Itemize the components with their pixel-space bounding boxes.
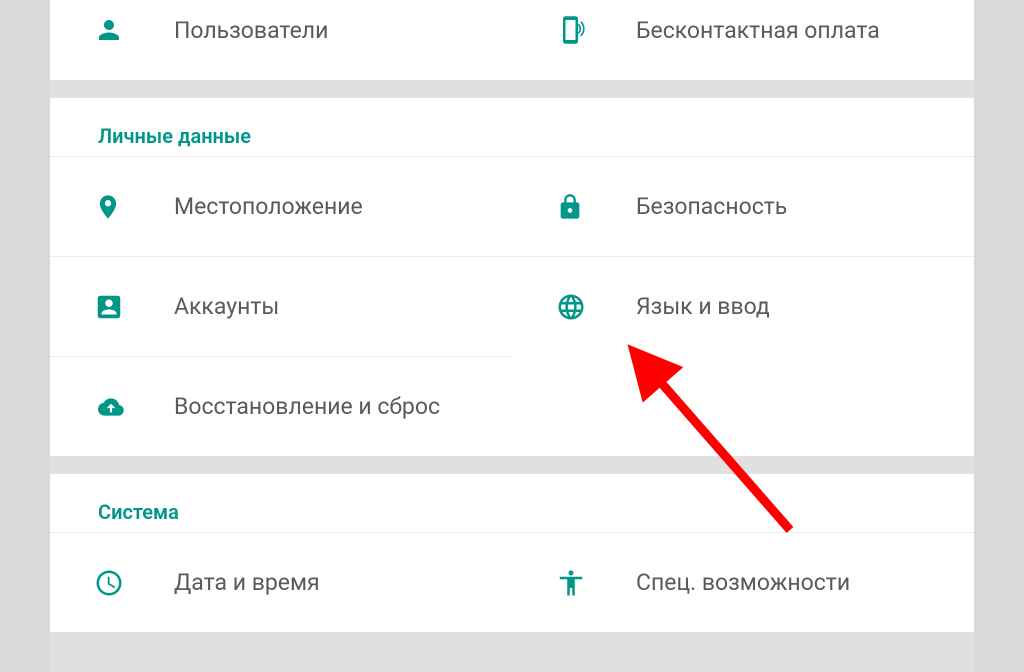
accessibility-icon [556, 568, 636, 598]
settings-item-label: Местоположение [174, 193, 363, 220]
cloud-upload-icon [94, 394, 174, 420]
settings-item-label: Язык и ввод [636, 293, 770, 320]
settings-item-tap-and-pay[interactable]: Бесконтактная оплата [512, 0, 974, 80]
globe-icon [556, 292, 636, 322]
settings-item-label: Аккаунты [174, 293, 279, 320]
settings-item-label: Дата и время [174, 569, 320, 596]
settings-item-users[interactable]: Пользователи [50, 0, 512, 80]
settings-item-label: Спец. возможности [636, 569, 850, 596]
lock-icon [556, 192, 636, 222]
tap-and-pay-icon [556, 15, 636, 45]
settings-item-accounts[interactable]: Аккаунты [50, 256, 512, 356]
section-header-system: Система [50, 474, 974, 532]
location-icon [94, 192, 174, 222]
settings-item-label: Безопасность [636, 193, 787, 220]
settings-item-label: Восстановление и сброс [174, 393, 440, 420]
settings-item-accessibility[interactable]: Спец. возможности [512, 532, 974, 632]
settings-item-backup-reset[interactable]: Восстановление и сброс [50, 356, 512, 456]
settings-item-label: Бесконтактная оплата [636, 17, 880, 44]
account-box-icon [94, 292, 174, 322]
section-header-personal: Личные данные [50, 98, 974, 156]
settings-item-date-time[interactable]: Дата и время [50, 532, 512, 632]
settings-item-language-input[interactable]: Язык и ввод [512, 256, 974, 356]
settings-item-location[interactable]: Местоположение [50, 156, 512, 256]
person-icon [94, 15, 174, 45]
settings-item-security[interactable]: Безопасность [512, 156, 974, 256]
clock-icon [94, 568, 174, 598]
settings-item-label: Пользователи [174, 17, 328, 44]
